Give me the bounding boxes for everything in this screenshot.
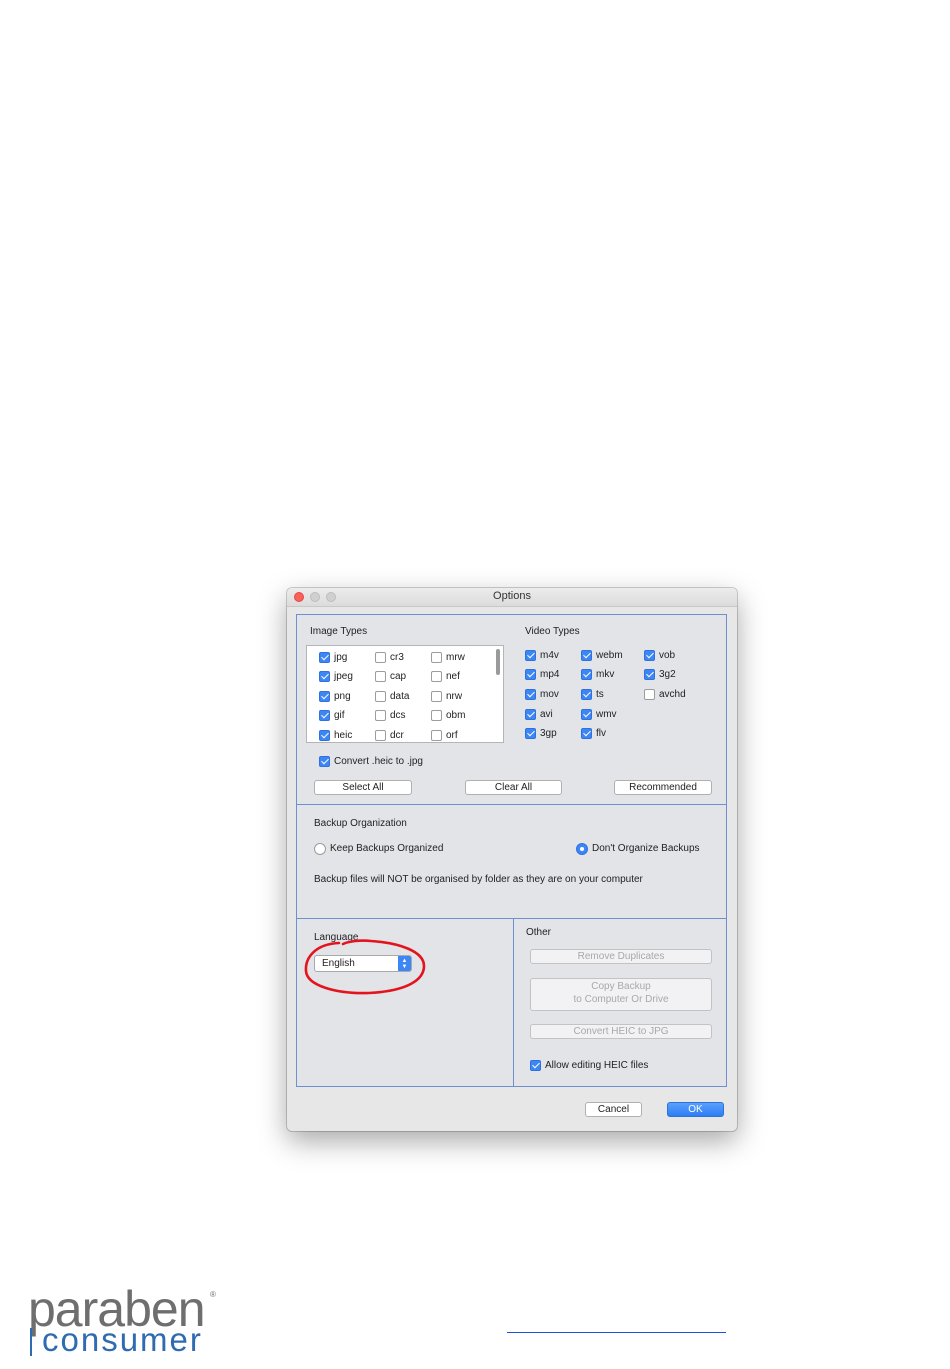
keep-backups-organized-radio[interactable] bbox=[314, 843, 326, 855]
title-bar[interactable]: Options bbox=[287, 588, 737, 607]
image-type-label: png bbox=[334, 691, 351, 702]
image-type-checkbox[interactable] bbox=[319, 671, 330, 682]
image-type-checkbox[interactable] bbox=[319, 652, 330, 663]
video-type-label: 3gp bbox=[540, 728, 557, 739]
ok-button[interactable]: OK bbox=[667, 1102, 724, 1117]
image-types-scrollbar[interactable] bbox=[496, 649, 500, 675]
image-types-list[interactable]: jpg jpeg png gif heic cr3 cap data dcs d… bbox=[306, 645, 504, 743]
video-type-checkbox[interactable] bbox=[644, 650, 655, 661]
convert-heic-to-jpg-button[interactable]: Convert HEIC to JPG bbox=[530, 1024, 712, 1039]
cancel-button[interactable]: Cancel bbox=[585, 1102, 642, 1117]
image-type-checkbox[interactable] bbox=[431, 710, 442, 721]
language-heading: Language bbox=[314, 932, 359, 943]
image-type-checkbox[interactable] bbox=[375, 671, 386, 682]
paraben-consumer-logo: paraben consumer ® bbox=[28, 1282, 228, 1358]
allow-editing-heic-label: Allow editing HEIC files bbox=[545, 1060, 649, 1071]
image-type-label: orf bbox=[446, 730, 458, 741]
video-type-checkbox[interactable] bbox=[581, 709, 592, 720]
video-type-checkbox[interactable] bbox=[525, 689, 536, 700]
video-type-label: mp4 bbox=[540, 669, 560, 680]
select-stepper-icon[interactable]: ▲ ▼ bbox=[398, 956, 411, 971]
select-all-button[interactable]: Select All bbox=[314, 780, 412, 795]
video-type-checkbox[interactable] bbox=[644, 669, 655, 680]
video-type-label: m4v bbox=[540, 650, 559, 661]
registered-mark: ® bbox=[210, 1290, 216, 1299]
image-type-checkbox[interactable] bbox=[375, 730, 386, 741]
image-type-label: dcr bbox=[390, 730, 404, 741]
image-type-checkbox[interactable] bbox=[431, 671, 442, 682]
video-type-checkbox[interactable] bbox=[525, 650, 536, 661]
video-type-checkbox[interactable] bbox=[644, 689, 655, 700]
remove-duplicates-button[interactable]: Remove Duplicates bbox=[530, 949, 712, 964]
backup-organization-heading: Backup Organization bbox=[314, 818, 407, 829]
video-type-checkbox[interactable] bbox=[581, 650, 592, 661]
video-type-label: mkv bbox=[596, 669, 615, 680]
image-type-checkbox[interactable] bbox=[375, 652, 386, 663]
video-type-label: ts bbox=[596, 689, 604, 700]
image-type-label: nrw bbox=[446, 691, 463, 702]
copy-backup-button[interactable]: Copy Backup to Computer Or Drive bbox=[530, 978, 712, 1011]
image-type-label: mrw bbox=[446, 652, 465, 663]
other-heading: Other bbox=[526, 927, 552, 938]
section-divider bbox=[297, 804, 726, 805]
keep-backups-organized-label: Keep Backups Organized bbox=[330, 843, 444, 854]
video-type-checkbox[interactable] bbox=[581, 689, 592, 700]
image-type-label: cr3 bbox=[390, 652, 404, 663]
image-type-label: dcs bbox=[390, 710, 406, 721]
section-divider bbox=[297, 918, 726, 919]
video-type-checkbox[interactable] bbox=[581, 669, 592, 680]
video-type-label: vob bbox=[659, 650, 676, 661]
image-type-label: jpg bbox=[334, 652, 348, 663]
image-type-checkbox[interactable] bbox=[375, 691, 386, 702]
copy-backup-line1: Copy Backup bbox=[591, 981, 651, 992]
column-divider bbox=[513, 918, 514, 1086]
video-type-label: avi bbox=[540, 709, 553, 720]
image-type-label: cap bbox=[390, 671, 407, 682]
image-type-checkbox[interactable] bbox=[319, 730, 330, 741]
image-type-checkbox[interactable] bbox=[319, 710, 330, 721]
video-type-label: wmv bbox=[596, 709, 617, 720]
image-type-label: data bbox=[390, 691, 410, 702]
image-types-heading: Image Types bbox=[310, 626, 368, 637]
clear-all-button[interactable]: Clear All bbox=[465, 780, 562, 795]
image-type-checkbox[interactable] bbox=[431, 730, 442, 741]
video-type-label: mov bbox=[540, 689, 559, 700]
convert-heic-label: Convert .heic to .jpg bbox=[334, 756, 423, 767]
window-title: Options bbox=[493, 590, 531, 602]
video-type-checkbox[interactable] bbox=[581, 728, 592, 739]
language-select-value: English bbox=[322, 958, 355, 969]
footer-link-underline[interactable] bbox=[507, 1332, 726, 1333]
logo-bar bbox=[30, 1328, 32, 1356]
video-type-checkbox[interactable] bbox=[525, 669, 536, 680]
image-type-label: heic bbox=[334, 730, 353, 741]
language-select[interactable]: English ▲ ▼ bbox=[314, 955, 412, 972]
video-type-checkbox[interactable] bbox=[525, 728, 536, 739]
image-type-checkbox[interactable] bbox=[319, 691, 330, 702]
image-type-checkbox[interactable] bbox=[431, 691, 442, 702]
image-type-label: nef bbox=[446, 671, 460, 682]
convert-heic-checkbox[interactable] bbox=[319, 756, 330, 767]
image-type-label: jpeg bbox=[334, 671, 353, 682]
video-type-label: flv bbox=[596, 728, 606, 739]
image-type-label: gif bbox=[334, 710, 345, 721]
options-panel: Image Types jpg jpeg png gif heic cr3 ca… bbox=[296, 614, 727, 1087]
image-type-checkbox[interactable] bbox=[431, 652, 442, 663]
image-type-checkbox[interactable] bbox=[375, 710, 386, 721]
recommended-button[interactable]: Recommended bbox=[614, 780, 712, 795]
allow-editing-heic-checkbox[interactable] bbox=[530, 1060, 541, 1071]
video-type-checkbox[interactable] bbox=[525, 709, 536, 720]
video-type-label: avchd bbox=[659, 689, 686, 700]
image-type-label: obm bbox=[446, 710, 466, 721]
backup-description: Backup files will NOT be organised by fo… bbox=[314, 874, 643, 885]
video-type-label: webm bbox=[596, 650, 623, 661]
video-type-label: 3g2 bbox=[659, 669, 676, 680]
copy-backup-line2: to Computer Or Drive bbox=[573, 994, 669, 1005]
dont-organize-backups-label: Don't Organize Backups bbox=[592, 843, 700, 854]
video-types-heading: Video Types bbox=[525, 626, 580, 637]
options-window: Options Image Types jpg jpeg png gif hei… bbox=[287, 588, 737, 1131]
dont-organize-backups-radio[interactable] bbox=[576, 843, 588, 855]
logo-consumer-text: consumer bbox=[42, 1321, 203, 1358]
